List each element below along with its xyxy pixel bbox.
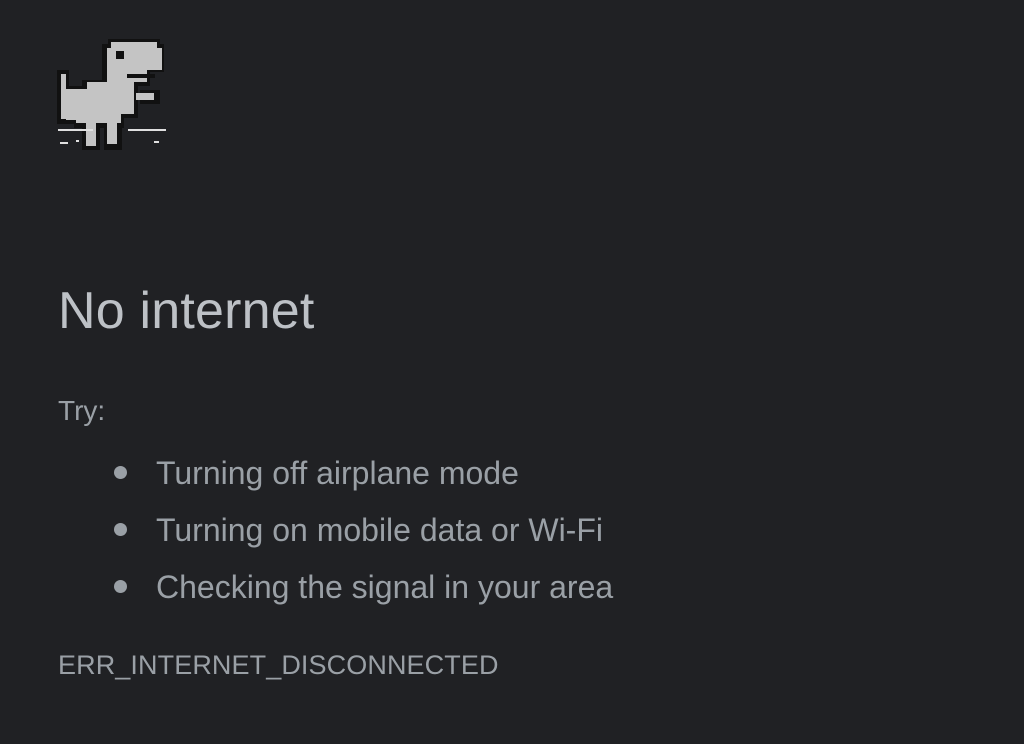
dinosaur-icon [57, 39, 166, 150]
dinosaur-eye [116, 51, 124, 59]
suggestion-text: Turning off airplane mode [156, 454, 519, 491]
error-code: ERR_INTERNET_DISCONNECTED [58, 650, 499, 680]
bullet-icon [114, 580, 127, 593]
list-item: Checking the signal in your area [104, 558, 613, 615]
bullet-icon [114, 466, 127, 479]
suggestions-list: Turning off airplane mode Turning on mob… [104, 444, 613, 615]
suggestion-text: Turning on mobile data or Wi-Fi [156, 511, 603, 548]
list-item: Turning on mobile data or Wi-Fi [104, 501, 613, 558]
suggestion-text: Checking the signal in your area [156, 568, 614, 605]
dinosaur-mouth [127, 74, 155, 78]
list-item: Turning off airplane mode [104, 444, 613, 501]
suggestions-heading: Try: [58, 395, 106, 426]
bullet-icon [114, 523, 127, 536]
offline-error-page: No internet Try: Turning off airplane mo… [0, 0, 1024, 744]
page-title: No internet [58, 282, 315, 340]
